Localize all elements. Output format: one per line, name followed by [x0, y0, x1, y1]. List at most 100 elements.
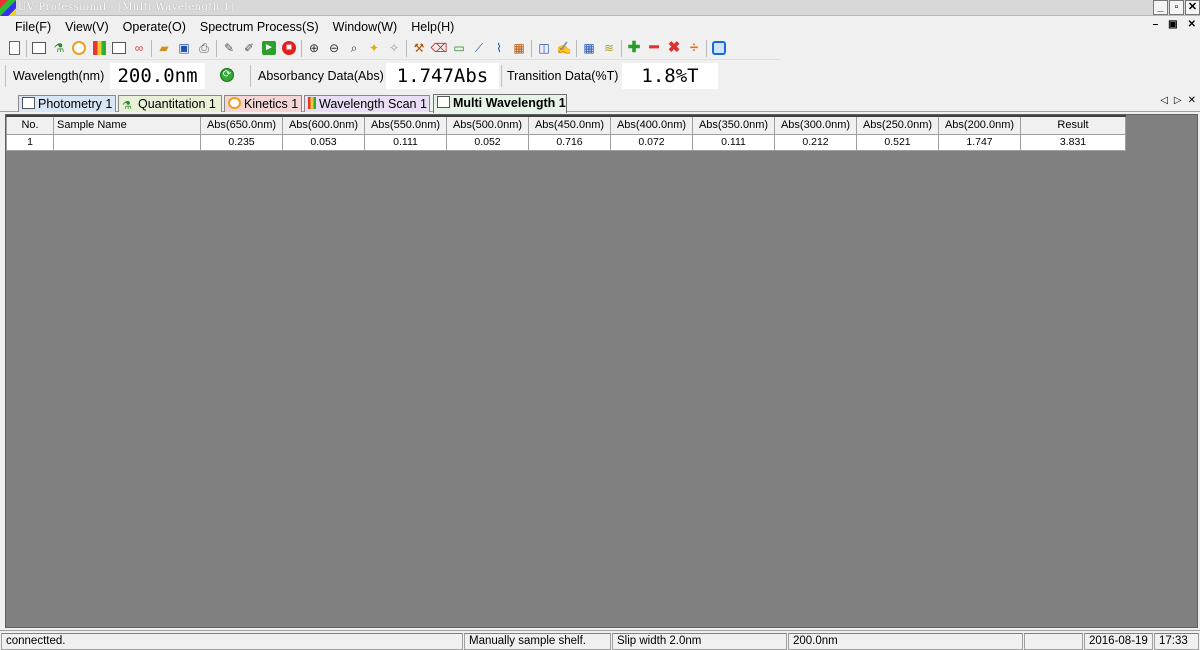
cell-abs-500[interactable]: 0.052	[446, 133, 529, 151]
refresh-icon[interactable]: ⟳	[220, 68, 234, 82]
cell-abs-450[interactable]: 0.716	[528, 133, 611, 151]
tab-scroll-right-icon[interactable]: ▷	[1174, 95, 1182, 106]
status-time: 17:33	[1154, 633, 1199, 650]
cell-abs-200[interactable]: 1.747	[938, 133, 1021, 151]
lamp-off-icon[interactable]: ✧	[386, 40, 402, 56]
open-folder-icon[interactable]: ▰	[156, 40, 172, 56]
grid-icon[interactable]: ▦	[581, 40, 597, 56]
cell-abs-600[interactable]: 0.053	[282, 133, 365, 151]
table-header-row: No. Sample Name Abs(650.0nm) Abs(600.0nm…	[6, 115, 1126, 135]
close-button[interactable]: ✕	[1185, 0, 1200, 15]
menu-view[interactable]: View(V)	[65, 20, 109, 34]
mdi-close-button[interactable]: ✕	[1188, 19, 1196, 30]
results-table: No. Sample Name Abs(650.0nm) Abs(600.0nm…	[6, 115, 1126, 151]
tab-label: Kinetics 1	[244, 97, 299, 111]
wavelength-scan-icon[interactable]	[91, 40, 107, 56]
calculate-icon[interactable]: ⌇	[491, 40, 507, 56]
quantitation-icon[interactable]: ⚗	[51, 40, 67, 56]
cell-abs-250[interactable]: 0.521	[856, 133, 939, 151]
absorbance-value: 1.747Abs	[386, 63, 499, 89]
zoom-out-icon[interactable]: ⊖	[326, 40, 342, 56]
spectrum-icon	[308, 97, 316, 109]
menu-help[interactable]: Help(H)	[411, 20, 454, 34]
zero-icon[interactable]: ✐	[241, 40, 257, 56]
remove-icon[interactable]: ━	[646, 40, 662, 56]
cell-abs-550[interactable]: 0.111	[364, 133, 447, 151]
cell-no[interactable]: 1	[6, 133, 54, 151]
delete-icon[interactable]: ✖	[666, 40, 682, 56]
tab-close-icon[interactable]: ✕	[1188, 95, 1196, 106]
menu-operate[interactable]: Operate(O)	[123, 20, 186, 34]
tab-scroll-left-icon[interactable]: ◁	[1160, 95, 1168, 106]
column-header-abs-650[interactable]: Abs(650.0nm)	[200, 115, 283, 135]
column-header-abs-200[interactable]: Abs(200.0nm)	[938, 115, 1021, 135]
restore-button[interactable]: ▫	[1169, 0, 1184, 15]
cell-abs-300[interactable]: 0.212	[774, 133, 857, 151]
readout-bar: Wavelength(nm) 200.0nm ⟳ Absorbancy Data…	[0, 61, 1200, 91]
print-icon[interactable]: ⎙	[196, 40, 212, 56]
stop-icon[interactable]: ■	[281, 40, 297, 56]
column-header-abs-550[interactable]: Abs(550.0nm)	[364, 115, 447, 135]
table-row[interactable]: 1 0.235 0.053 0.111 0.052 0.716 0.072 0.…	[6, 133, 1126, 151]
menu-file[interactable]: File(F)	[15, 20, 51, 34]
readout-separator	[250, 65, 251, 87]
zoom-in-icon[interactable]: ⊕	[306, 40, 322, 56]
tab-navigation: ◁ ▷ ✕	[1160, 95, 1196, 106]
mdi-minimize-button[interactable]: –	[1153, 19, 1159, 30]
edit-icon[interactable]: ✍	[556, 40, 572, 56]
clock-icon	[228, 97, 241, 109]
delete-peak-icon[interactable]: ⌫	[431, 40, 448, 56]
menu-spectrum-process[interactable]: Spectrum Process(S)	[200, 20, 319, 34]
menu-window[interactable]: Window(W)	[333, 20, 398, 34]
toolbar-separator	[301, 39, 302, 57]
column-header-result[interactable]: Result	[1020, 115, 1126, 135]
print-preview-icon[interactable]: ◫	[536, 40, 552, 56]
kinetics-icon[interactable]	[71, 40, 87, 56]
cell-abs-400[interactable]: 0.072	[610, 133, 693, 151]
column-header-abs-450[interactable]: Abs(450.0nm)	[528, 115, 611, 135]
column-header-abs-500[interactable]: Abs(500.0nm)	[446, 115, 529, 135]
bar-chart-icon	[437, 96, 450, 108]
divide-icon[interactable]: ÷	[686, 40, 702, 56]
baseline-icon[interactable]: ✎	[221, 40, 237, 56]
tab-quantitation[interactable]: ⚗ Quantitation 1	[118, 95, 222, 112]
column-header-abs-250[interactable]: Abs(250.0nm)	[856, 115, 939, 135]
start-icon[interactable]: ►	[261, 40, 277, 56]
multi-wavelength-icon[interactable]	[111, 40, 127, 56]
save-icon[interactable]: ▣	[176, 40, 192, 56]
column-header-abs-300[interactable]: Abs(300.0nm)	[774, 115, 857, 135]
column-header-no[interactable]: No.	[6, 115, 54, 135]
add-icon[interactable]: ✚	[626, 40, 642, 56]
new-document-icon[interactable]	[6, 40, 22, 56]
column-header-abs-350[interactable]: Abs(350.0nm)	[692, 115, 775, 135]
wavelength-value: 200.0nm	[110, 63, 205, 89]
column-header-abs-600[interactable]: Abs(600.0nm)	[282, 115, 365, 135]
smoothing-icon[interactable]: ▭	[451, 40, 467, 56]
cell-abs-650[interactable]: 0.235	[200, 133, 283, 151]
peak-pick-icon[interactable]: ⚒	[411, 40, 427, 56]
tab-photometry[interactable]: Photometry 1	[18, 95, 116, 112]
tab-kinetics[interactable]: Kinetics 1	[224, 95, 302, 112]
dna-icon[interactable]: ∞	[131, 40, 147, 56]
lamp-on-icon[interactable]: ✦	[366, 40, 382, 56]
layers-icon[interactable]: ≋	[601, 40, 617, 56]
zoom-reset-icon[interactable]: ⌕	[346, 40, 362, 56]
toolbar-separator	[26, 39, 27, 57]
mdi-restore-button[interactable]: ▣	[1168, 19, 1177, 30]
mdi-controls: – ▣ ✕	[1153, 19, 1196, 30]
column-header-sample-name[interactable]: Sample Name	[53, 115, 201, 135]
derivative-icon[interactable]: ⟋	[471, 40, 487, 56]
cell-abs-350[interactable]: 0.111	[692, 133, 775, 151]
tab-label: Photometry 1	[38, 97, 113, 111]
tab-multi-wavelength[interactable]: Multi Wavelength 1	[433, 94, 567, 113]
column-header-abs-400[interactable]: Abs(400.0nm)	[610, 115, 693, 135]
report-icon[interactable]: ▦	[511, 40, 527, 56]
cell-result[interactable]: 3.831	[1020, 133, 1126, 151]
tab-wavelength-scan[interactable]: Wavelength Scan 1	[304, 95, 430, 112]
cell-sample-name[interactable]	[53, 133, 201, 151]
app-logo-icon	[0, 0, 16, 16]
minimize-button[interactable]: _	[1153, 0, 1168, 15]
status-bar: connectted. Manually sample shelf. Slip …	[0, 630, 1200, 650]
settings-icon[interactable]	[711, 40, 727, 56]
photometry-icon[interactable]	[31, 40, 47, 56]
